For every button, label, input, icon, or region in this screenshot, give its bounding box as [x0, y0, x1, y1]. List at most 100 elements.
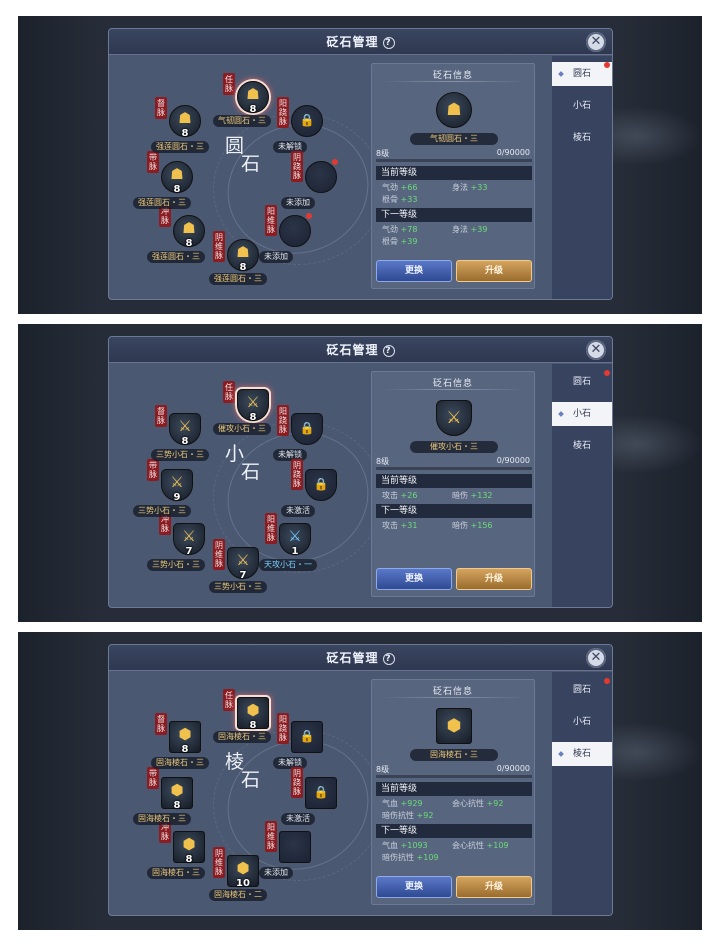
next-level-header: 下一等级 — [376, 208, 532, 222]
stone-level-text: 8级 — [376, 765, 390, 774]
stat-name: 气劲 — [382, 225, 398, 234]
divider — [382, 81, 526, 82]
help-icon[interactable]: ? — [382, 653, 395, 665]
stat-value: +66 — [400, 183, 418, 192]
meridian-tag: 督脉 — [155, 405, 167, 427]
category-center-label: 棱石 — [225, 753, 260, 790]
stone-slot[interactable]: 🔒 — [291, 105, 323, 137]
exp-bar — [376, 467, 532, 470]
stone-slot[interactable]: ☗ 8 — [169, 105, 201, 139]
tab-label: 棱石 — [572, 133, 591, 143]
stone-slot[interactable]: ☗ 8 — [173, 215, 205, 249]
stone-label: 固海棱石・三 — [151, 757, 209, 769]
stone-level: 10 — [236, 878, 250, 889]
stone-label: 气韧圆石・三 — [213, 115, 271, 127]
upgrade-button[interactable]: 升级 — [456, 876, 532, 898]
stone-slot[interactable]: ⬢ 8 — [161, 777, 193, 811]
title-bar: 砭石管理? — [109, 645, 612, 671]
upgrade-button[interactable]: 升级 — [456, 568, 532, 590]
stone-slot[interactable]: ⚔ 1 — [279, 523, 311, 557]
help-icon[interactable]: ? — [382, 345, 395, 357]
stat-name: 身法 — [452, 183, 468, 192]
stat-value: +929 — [400, 799, 423, 808]
tab-round[interactable]: 圆石 — [552, 370, 612, 394]
stone-slot[interactable] — [279, 215, 311, 247]
tab-edge[interactable]: 棱石 — [552, 742, 612, 766]
stone-slot[interactable]: ⬢ 8 — [173, 831, 205, 865]
stat-value: +78 — [400, 225, 418, 234]
stone-level: 8 — [181, 744, 189, 755]
tab-edge[interactable]: 棱石 — [552, 126, 612, 150]
stat-entry: 会心抗性 +109 — [452, 840, 509, 852]
stone-slot[interactable]: 🔒 — [305, 469, 337, 501]
stone-slot[interactable]: 🔒 — [305, 777, 337, 809]
hex-crest-icon: ☗ — [178, 109, 192, 127]
stone-slot[interactable]: ☗ 8 — [237, 81, 269, 115]
meridian-tag: 阴跷脉 — [291, 459, 303, 490]
stone-slot[interactable]: ⚔ 8 — [169, 413, 201, 447]
stat-name: 暗伤 — [452, 491, 468, 500]
stone-manager-window: 砭石管理? ✕ 小石任脉 ⚔ 8 催攻小石・三 阳跷脉 🔒 未解锁 阴跷脉 🔒 未激活 阳维脉 ⚔ 1 天攻小… — [108, 336, 613, 608]
red-dot-badge — [306, 213, 312, 219]
current-level-header: 当前等级 — [376, 782, 532, 796]
meridian-tag: 阴跷脉 — [291, 151, 303, 182]
red-dot-badge — [604, 62, 610, 68]
stone-slot[interactable]: ☗ 8 — [227, 239, 259, 273]
close-icon[interactable]: ✕ — [586, 340, 606, 360]
tab-small[interactable]: 小石 — [552, 402, 612, 426]
divider — [382, 389, 526, 390]
stat-value: +109 — [416, 853, 439, 862]
red-dot-badge — [604, 370, 610, 376]
stat-value: +92 — [416, 811, 434, 820]
stat-name: 气血 — [382, 841, 398, 850]
upgrade-button[interactable]: 升级 — [456, 260, 532, 282]
exp-text: 0/90000 — [496, 764, 530, 773]
stone-slot[interactable]: ⬢ 8 — [237, 697, 269, 731]
stone-name: 固海棱石・三 — [410, 749, 498, 761]
stone-slot[interactable]: 🔒 — [291, 413, 323, 445]
current-level-header: 当前等级 — [376, 474, 532, 488]
stone-level: 8 — [181, 436, 189, 447]
hex-crest-icon: ☗ — [436, 92, 472, 128]
lock-icon: 🔒 — [299, 421, 315, 435]
tab-label: 圆石 — [572, 377, 591, 387]
stat-name: 会心抗性 — [452, 799, 484, 808]
stone-manager-window: 砭石管理? ✕ 棱石任脉 ⬢ 8 固海棱石・三 阳跷脉 🔒 未解锁 阴跷脉 🔒 未激活 阳维脉 未添加 阴维… — [108, 644, 613, 916]
tab-small[interactable]: 小石 — [552, 94, 612, 118]
stone-slot[interactable]: ⚔ 7 — [227, 547, 259, 581]
tab-round[interactable]: 圆石 — [552, 678, 612, 702]
stone-level: 8 — [173, 184, 181, 195]
stat-entry: 身法 +33 — [452, 182, 487, 194]
stone-label: 三势小石・三 — [147, 559, 205, 571]
tab-label: 棱石 — [572, 441, 591, 451]
stone-slot[interactable]: ⚔ 9 — [161, 469, 193, 503]
swap-button[interactable]: 更换 — [376, 876, 452, 898]
meridian-tag: 阳跷脉 — [277, 405, 289, 436]
meridian-tag: 带脉 — [147, 151, 159, 173]
category-tabs: 圆石 小石 棱石 — [552, 364, 612, 607]
category-tabs: 圆石 小石 棱石 — [552, 56, 612, 299]
swap-button[interactable]: 更换 — [376, 568, 452, 590]
tab-round[interactable]: 圆石 — [552, 62, 612, 86]
stone-slot[interactable]: 🔒 — [291, 721, 323, 753]
swap-button[interactable]: 更换 — [376, 260, 452, 282]
tab-edge[interactable]: 棱石 — [552, 434, 612, 458]
stone-slot[interactable]: ⚔ 8 — [237, 389, 269, 423]
stone-label: 未添加 — [281, 197, 315, 209]
stone-slot[interactable] — [279, 831, 311, 863]
stat-name: 会心抗性 — [452, 841, 484, 850]
stone-slot[interactable]: ☗ 8 — [161, 161, 193, 195]
stone-slot[interactable]: ⚔ 7 — [173, 523, 205, 557]
emblem-icon: ⬢ — [236, 859, 250, 877]
help-icon[interactable]: ? — [382, 37, 395, 49]
center-char-2: 石 — [241, 153, 261, 175]
screen-3: 砭石管理? ✕ 棱石任脉 ⬢ 8 固海棱石・三 阳跷脉 🔒 未解锁 阴跷脉 🔒 未激活 阳维脉 未添加 阴维… — [18, 632, 702, 930]
stone-slot[interactable]: ⬢ 10 — [227, 855, 259, 889]
close-icon[interactable]: ✕ — [586, 32, 606, 52]
stone-slot[interactable]: ⬢ 8 — [169, 721, 201, 755]
crossed-swords-icon: ⚔ — [170, 473, 184, 491]
stone-slot[interactable] — [305, 161, 337, 193]
info-title: 砭石信息 — [432, 71, 473, 81]
tab-small[interactable]: 小石 — [552, 710, 612, 734]
close-icon[interactable]: ✕ — [586, 648, 606, 668]
